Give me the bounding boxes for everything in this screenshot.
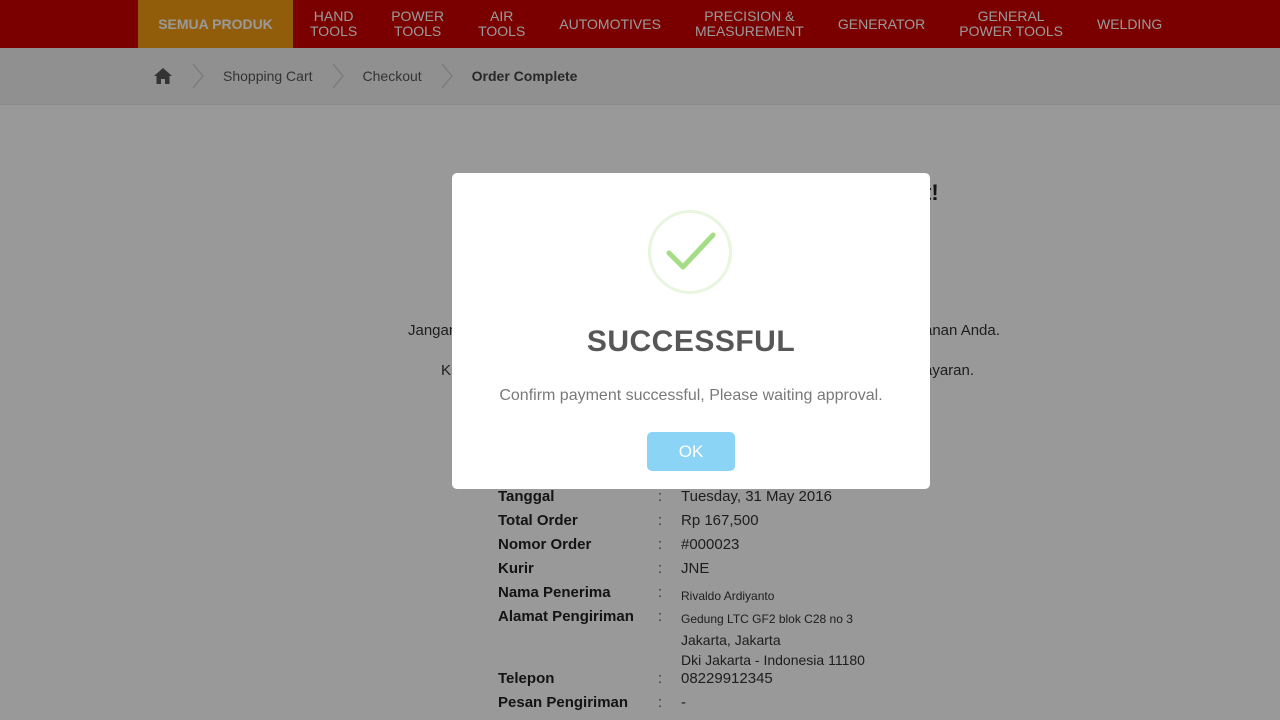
dialog-message: Confirm payment successful, Please waiti… — [499, 387, 883, 404]
ok-button[interactable]: OK — [647, 432, 735, 471]
check-icon — [666, 232, 716, 270]
success-check-icon — [648, 210, 732, 294]
success-dialog: SUCCESSFUL Confirm payment successful, P… — [452, 173, 930, 489]
dialog-title: SUCCESSFUL — [586, 325, 796, 358]
